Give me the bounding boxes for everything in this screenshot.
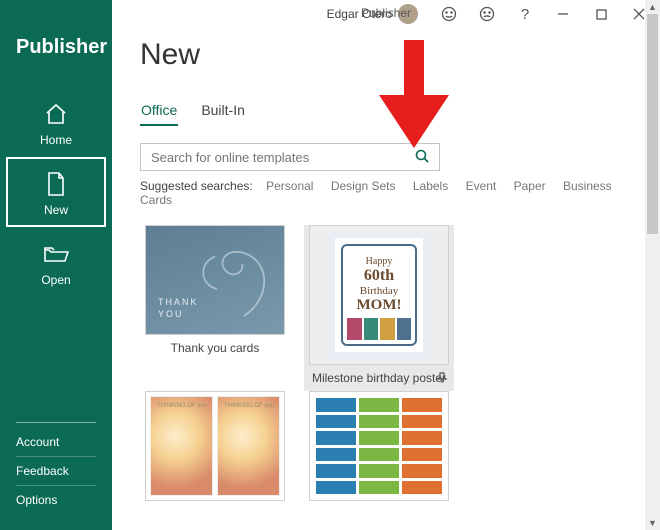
suggested-link[interactable]: Business [563, 179, 612, 193]
nav-label: Home [40, 133, 72, 147]
window-title: Publisher [112, 6, 660, 20]
sidebar-footer: Account Feedback Options [0, 422, 112, 530]
template-thumbnail: THANKYOU [145, 225, 285, 335]
footer-options[interactable]: Options [16, 485, 96, 514]
template-thumbnail: THINKING OF you THINKING OF you [145, 391, 285, 501]
pin-icon[interactable] [436, 372, 448, 387]
footer-feedback[interactable]: Feedback [16, 456, 96, 485]
home-icon [42, 101, 70, 127]
search-icon[interactable] [411, 149, 433, 166]
nav-open[interactable]: Open [0, 227, 112, 297]
suggested-link[interactable]: Paper [514, 179, 546, 193]
main-area: Publisher Edgar Otero ? N [112, 0, 660, 530]
new-document-icon [42, 171, 70, 197]
nav-label: New [44, 203, 68, 217]
nav-new[interactable]: New [6, 157, 106, 227]
gift-decor-icon [347, 318, 411, 340]
nav-label: Open [41, 273, 70, 287]
open-folder-icon [42, 241, 70, 267]
template-source-tabs: Office Built-In [140, 98, 632, 127]
suggested-searches: Suggested searches: Personal Design Sets… [140, 179, 632, 207]
template-thumbnail: Happy 60th Birthday MOM! [309, 225, 449, 365]
template-thumbnail [309, 391, 449, 501]
footer-account[interactable]: Account [16, 422, 96, 456]
template-label: Milestone birthday poster [312, 371, 446, 385]
suggested-link[interactable]: Labels [413, 179, 448, 193]
scroll-down-icon[interactable]: ▼ [645, 516, 660, 530]
tab-builtin[interactable]: Built-In [200, 98, 246, 126]
suggested-label: Suggested searches: [140, 179, 253, 193]
suggested-link[interactable]: Design Sets [331, 179, 396, 193]
template-label: Thank you cards [171, 341, 260, 355]
content-pane: New Office Built-In Suggested searches: … [112, 28, 660, 507]
template-grid: THANKYOU Thank you cards Happy 60th Birt… [140, 225, 632, 507]
search-input[interactable] [151, 150, 411, 165]
template-search[interactable] [140, 143, 440, 171]
suggested-link[interactable]: Personal [266, 179, 313, 193]
app-name: Publisher [0, 36, 112, 87]
scroll-thumb[interactable] [647, 14, 658, 234]
backstage-sidebar: Publisher Home New Open Account Feedback… [0, 0, 112, 530]
vertical-scrollbar[interactable]: ▲ ▼ [645, 0, 660, 530]
swirl-decor-icon [190, 230, 280, 330]
tab-office[interactable]: Office [140, 98, 178, 126]
page-title: New [140, 38, 632, 72]
suggested-link[interactable]: Cards [140, 193, 172, 207]
template-color-labels[interactable] [304, 391, 454, 507]
suggested-link[interactable]: Event [466, 179, 497, 193]
scroll-up-icon[interactable]: ▲ [645, 0, 660, 14]
template-thank-you-cards[interactable]: THANKYOU Thank you cards [140, 225, 290, 391]
template-milestone-birthday-poster[interactable]: Happy 60th Birthday MOM! Milestone birth… [304, 225, 454, 391]
nav-home[interactable]: Home [0, 87, 112, 157]
template-flower-cards[interactable]: THINKING OF you THINKING OF you [140, 391, 290, 507]
